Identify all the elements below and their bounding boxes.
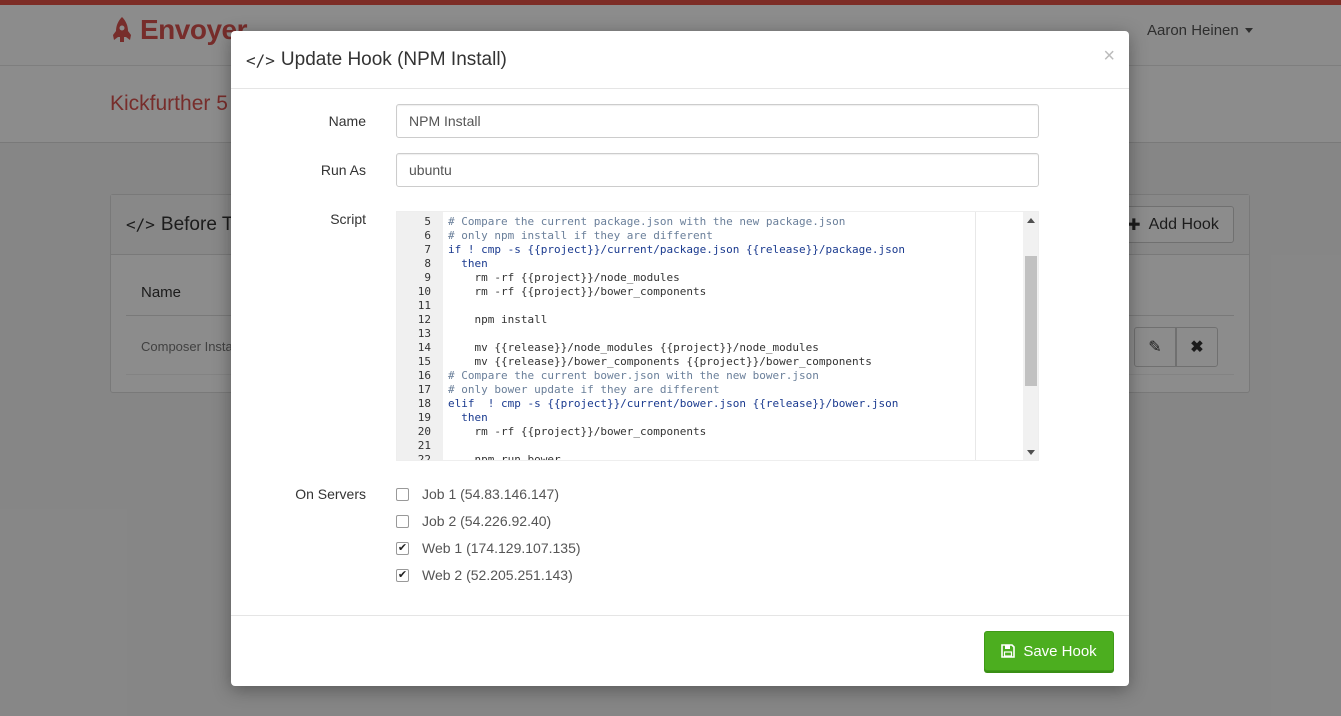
code-text: if ! cmp -s {{project}}/current/package.…	[448, 243, 905, 256]
modal-header: </> Update Hook (NPM Install) ×	[231, 31, 1129, 89]
servers-label: On Servers	[295, 486, 366, 502]
code-line: 18 elif ! cmp -s {{project}}/current/bowe…	[397, 397, 977, 411]
code-text: # Compare the current package.json with …	[448, 215, 846, 228]
code-line: 7 if ! cmp -s {{project}}/current/package…	[397, 243, 977, 257]
code-text: # Compare the current bower.json with th…	[448, 369, 819, 382]
code-text: mv {{release}}/bower_components {{projec…	[448, 355, 872, 368]
code-line: 17 # only bower update if they are differ…	[397, 383, 977, 397]
code-line: 15 mv {{release}}/bower_components {{pro…	[397, 355, 977, 369]
code-text: rm -rf {{project}}/bower_components	[448, 425, 707, 438]
code-text: rm -rf {{project}}/node_modules	[448, 271, 680, 284]
line-number: 15	[417, 355, 431, 368]
update-hook-modal: </> Update Hook (NPM Install) × Name Run…	[231, 31, 1129, 686]
code-text: mv {{release}}/node_modules {{project}}/…	[448, 341, 819, 354]
checkbox-unchecked[interactable]	[396, 487, 409, 501]
modal-title: </> Update Hook (NPM Install)	[246, 49, 507, 71]
line-number: 14	[417, 341, 431, 354]
code-text: # only bower update if they are differen…	[448, 383, 720, 396]
checkbox-checked[interactable]: ✔	[396, 541, 409, 555]
line-number: 8	[424, 257, 431, 270]
line-number: 12	[417, 313, 431, 326]
line-number: 10	[417, 285, 431, 298]
scroll-thumb[interactable]	[1025, 256, 1037, 386]
code-line: 19 then	[397, 411, 977, 425]
code-line: 6 # only npm install if they are differen…	[397, 229, 977, 243]
line-number: 17	[417, 383, 431, 396]
line-number: 21	[417, 439, 431, 452]
line-number: 18	[417, 397, 431, 410]
server-label: Web 1 (174.129.107.135)	[422, 540, 581, 556]
run-as-input[interactable]	[396, 153, 1039, 187]
line-number: 6	[424, 229, 431, 242]
line-number: 19	[417, 411, 431, 424]
code-line: 8 then	[397, 257, 977, 271]
floppy-disk-icon	[1001, 644, 1016, 658]
code-lines: 5 # Compare the current package.json with…	[397, 215, 977, 461]
print-margin	[975, 212, 976, 460]
editor-scrollbar[interactable]	[1023, 212, 1038, 460]
code-text: rm -rf {{project}}/bower_components	[448, 285, 707, 298]
checkbox-checked[interactable]: ✔	[396, 568, 409, 582]
script-label: Script	[330, 211, 366, 227]
code-line: 13	[397, 327, 977, 341]
script-editor[interactable]: 5 # Compare the current package.json with…	[396, 211, 1039, 461]
code-text: npm run bower	[448, 453, 561, 461]
line-number: 7	[424, 243, 431, 256]
code-text: npm install	[448, 313, 548, 326]
name-label: Name	[328, 113, 366, 129]
code-line: 12 npm install	[397, 313, 977, 327]
server-option[interactable]: Job 1 (54.83.146.147)	[396, 486, 559, 502]
code-line: 11	[397, 299, 977, 313]
line-number: 20	[417, 425, 431, 438]
line-number: 11	[417, 299, 431, 312]
code-line: 16 # Compare the current bower.json with …	[397, 369, 977, 383]
scroll-down-icon[interactable]	[1027, 450, 1035, 455]
code-text: elif ! cmp -s {{project}}/current/bower.…	[448, 397, 899, 410]
line-number: 13	[417, 327, 431, 340]
code-text: # only npm install if they are different	[448, 229, 713, 242]
server-label: Web 2 (52.205.251.143)	[422, 567, 573, 583]
line-number: 9	[424, 271, 431, 284]
run-as-label: Run As	[320, 162, 366, 178]
code-text: then	[448, 411, 488, 424]
save-hook-button[interactable]: Save Hook	[984, 631, 1114, 671]
server-label: Job 1 (54.83.146.147)	[422, 486, 559, 502]
server-option[interactable]: ✔ Web 1 (174.129.107.135)	[396, 540, 581, 556]
server-label: Job 2 (54.226.92.40)	[422, 513, 552, 529]
name-input[interactable]	[396, 104, 1039, 138]
line-number: 5	[424, 215, 431, 228]
line-number: 16	[417, 369, 431, 382]
checkbox-unchecked[interactable]	[396, 514, 409, 528]
modal-footer: Save Hook	[231, 615, 1129, 686]
code-line: 20 rm -rf {{project}}/bower_components	[397, 425, 977, 439]
code-line: 9 rm -rf {{project}}/node_modules	[397, 271, 977, 285]
code-icon: </>	[246, 50, 275, 70]
code-line: 10 rm -rf {{project}}/bower_components	[397, 285, 977, 299]
code-text: then	[448, 257, 488, 270]
server-option[interactable]: ✔ Web 2 (52.205.251.143)	[396, 567, 573, 583]
code-line: 22 npm run bower	[397, 453, 977, 461]
save-hook-label: Save Hook	[1023, 642, 1097, 660]
code-line: 14 mv {{release}}/node_modules {{project…	[397, 341, 977, 355]
server-option[interactable]: Job 2 (54.226.92.40)	[396, 513, 551, 529]
close-icon[interactable]: ×	[1103, 45, 1115, 68]
line-number: 22	[417, 453, 431, 461]
scroll-up-icon[interactable]	[1027, 218, 1035, 223]
modal-title-text: Update Hook (NPM Install)	[280, 49, 507, 70]
code-line: 5 # Compare the current package.json with…	[397, 215, 977, 229]
code-line: 21	[397, 439, 977, 453]
